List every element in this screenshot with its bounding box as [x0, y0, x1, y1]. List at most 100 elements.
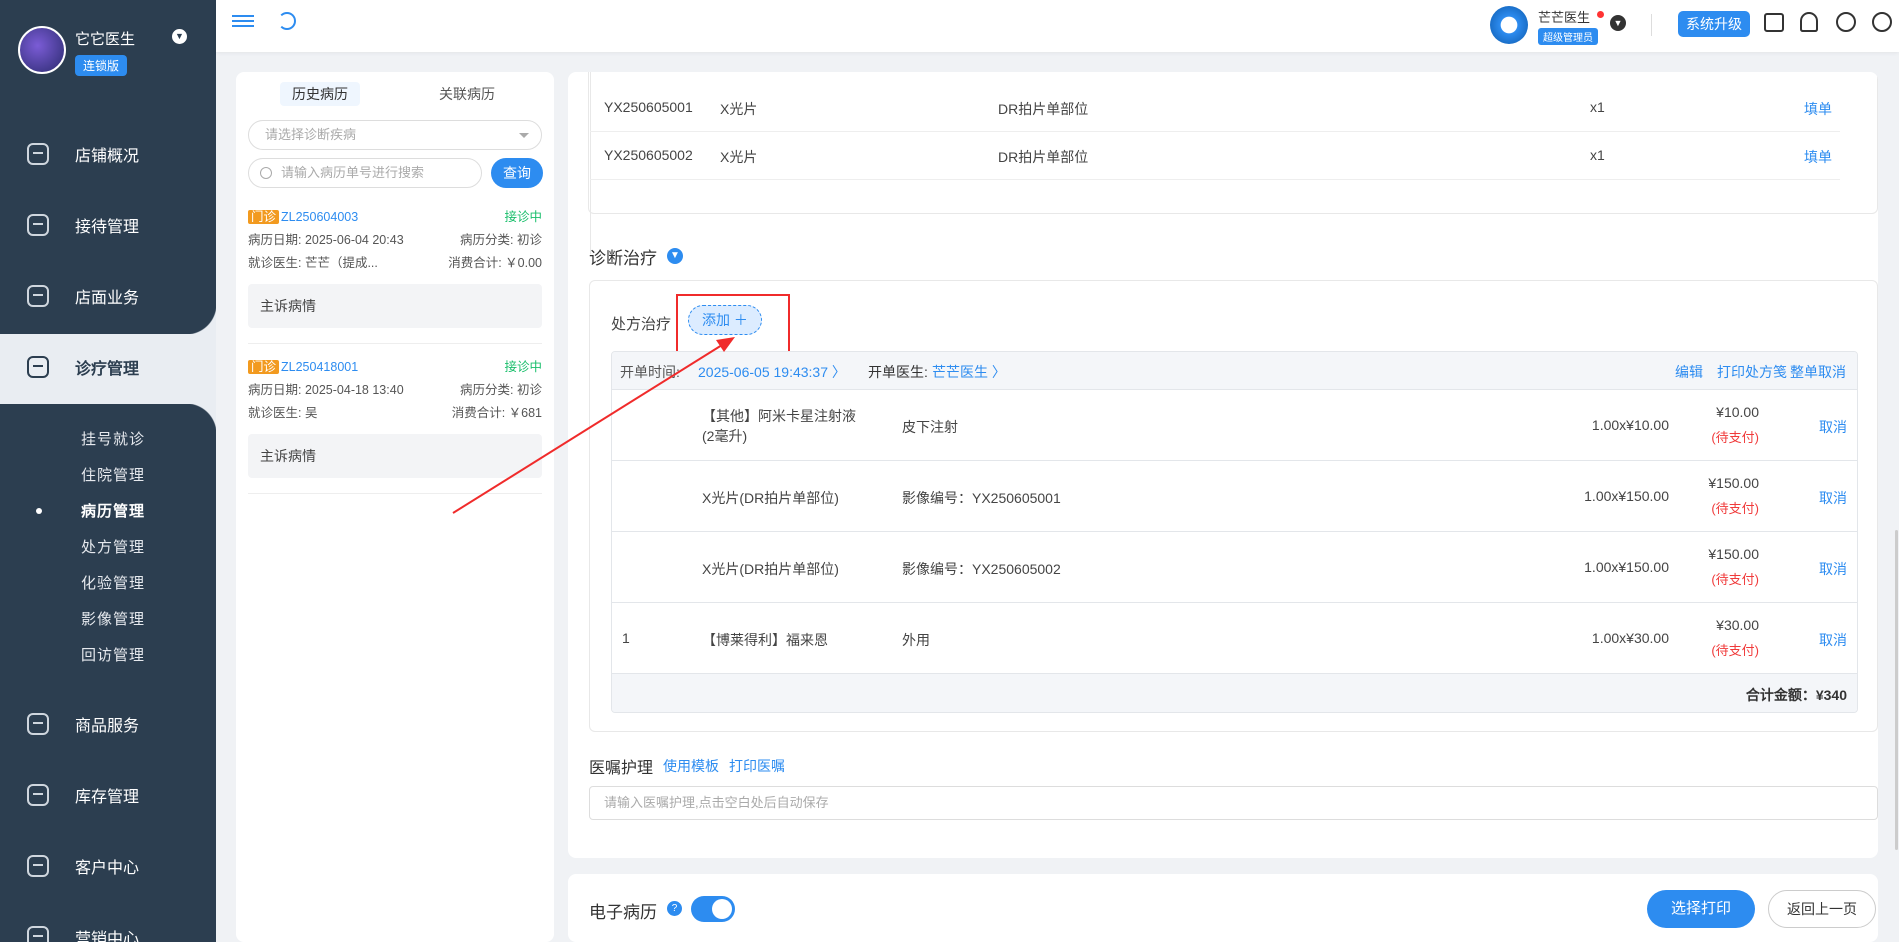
clinic-avatar[interactable] [18, 26, 66, 74]
scrollbar[interactable] [1895, 530, 1898, 850]
bag-icon [27, 713, 49, 735]
print-advice-link[interactable]: 打印医嘱 [729, 756, 785, 776]
cancel-item-link[interactable]: 取消 [1819, 559, 1847, 579]
print-prescription-link[interactable]: 打印处方笺 [1717, 362, 1787, 382]
complaint-box[interactable]: 主诉病情 [248, 284, 542, 328]
sub-item-registration[interactable]: 挂号就诊 [81, 428, 145, 449]
house-icon [27, 285, 49, 307]
nav-label: 商品服务 [75, 718, 140, 735]
advice-label: 医嘱护理 [589, 760, 654, 777]
fill-form-link[interactable]: 填单 [1804, 147, 1832, 167]
chevron-down-icon[interactable]: ▼ [172, 29, 187, 44]
sub-item-imaging[interactable]: 影像管理 [81, 608, 145, 629]
cancel-item-link[interactable]: 取消 [1819, 488, 1847, 508]
sub-item-inpatient[interactable]: 住院管理 [81, 464, 145, 485]
total-amount: 合计金额：¥340 [1745, 687, 1847, 703]
total-row: 合计金额：¥340 [612, 674, 1857, 712]
sub-item-prescriptions[interactable]: 处方管理 [81, 536, 145, 557]
payment-status: (待支付) [1711, 430, 1759, 445]
imaging-type: X光片 [720, 101, 758, 117]
line-amount: ¥10.00 [1716, 404, 1759, 420]
emr-toggle[interactable] [691, 896, 735, 922]
chevron-down-icon[interactable]: ▼ [667, 248, 683, 264]
record-date: 病历日期: 2025-04-18 13:40 [248, 383, 404, 397]
imaging-part: DR拍片单部位 [998, 149, 1089, 165]
nav-item-store-business[interactable]: 店面业务 [0, 266, 216, 326]
order-time-label: 开单时间: [620, 364, 680, 380]
chevron-down-icon[interactable]: ▼ [1610, 15, 1626, 31]
sub-item-lab[interactable]: 化验管理 [81, 572, 145, 593]
tab-related[interactable]: 关联病历 [439, 84, 495, 104]
record-date: 病历日期: 2025-06-04 20:43 [248, 233, 404, 247]
record-search-input[interactable]: 请输入病历单号进行搜索 [248, 158, 482, 188]
nav-item-customers[interactable]: 客户中心 [0, 836, 216, 896]
nav-item-reception[interactable]: 接待管理 [0, 195, 216, 255]
headset-icon[interactable] [1836, 12, 1856, 32]
fill-form-link[interactable]: 填单 [1804, 99, 1832, 119]
nav-item-products[interactable]: 商品服务 [0, 694, 216, 754]
use-template-link[interactable]: 使用模板 [663, 756, 719, 776]
sub-item-medical-records[interactable]: 病历管理 [81, 500, 145, 521]
prescription-card: 处方治疗 添加 ＋ 开单时间: 2025-06-05 19:43:37 〉 开单… [589, 280, 1878, 732]
table-row: YX250605002 X光片 DR拍片单部位 x1 填单 [590, 132, 1840, 180]
cancel-item-link[interactable]: 取消 [1819, 417, 1847, 437]
prescription-row: 【其他】阿米卡星注射液(2毫升) 皮下注射 1.00x¥10.00 ¥10.00… [612, 390, 1857, 461]
nav-label: 接待管理 [75, 219, 140, 236]
bottom-bar: 电子病历 ? 选择打印 返回上一页 [568, 874, 1878, 942]
user-avatar[interactable] [1490, 6, 1528, 44]
nav-label: 营销中心 [75, 931, 140, 942]
line-amount: ¥150.00 [1708, 546, 1759, 562]
nav-item-store-overview[interactable]: 店铺概况 [0, 124, 216, 184]
nav-item-marketing[interactable]: 营销中心 [0, 907, 216, 942]
help-icon[interactable]: ? [667, 901, 682, 916]
box-icon [27, 784, 49, 806]
imaging-code: YX250605001 [604, 99, 693, 115]
tab-history[interactable]: 历史病历 [280, 82, 360, 106]
prescription-row: 1 【博莱得利】福来恩 外用 1.00x¥30.00 ¥30.00 (待支付) … [612, 603, 1857, 674]
drug-usage: 外用 [902, 632, 930, 648]
complaint-box[interactable]: 主诉病情 [248, 434, 542, 478]
diagnosis-select[interactable]: 请选择诊断疾病 [248, 120, 542, 150]
order-doctor-label: 开单医生: [868, 364, 928, 380]
row-number: 1 [622, 630, 630, 646]
cancel-all-link[interactable]: 整单取消 [1790, 362, 1846, 382]
prescription-header: 开单时间: 2025-06-05 19:43:37 〉 开单医生: 芒芒医生 〉… [612, 352, 1857, 390]
bell-icon[interactable] [1800, 12, 1818, 32]
query-button[interactable]: 查询 [491, 158, 543, 188]
drug-name: X光片(DR拍片单部位) [702, 561, 839, 577]
select-print-button[interactable]: 选择打印 [1647, 890, 1755, 928]
nav-label: 库存管理 [75, 789, 140, 806]
order-time-link[interactable]: 2025-06-05 19:43:37 〉 [698, 362, 846, 382]
edition-badge: 连锁版 [75, 55, 128, 76]
divider [248, 343, 542, 344]
qty-price: 1.00x¥150.00 [1584, 488, 1669, 504]
sidebar-header: 它它医生 连锁版 ▼ [0, 0, 216, 100]
nav-label: 店面业务 [75, 290, 140, 307]
sub-item-followup[interactable]: 回访管理 [81, 644, 145, 665]
table-row: YX250605001 X光片 DR拍片单部位 x1 填单 [590, 84, 1840, 132]
order-doctor-link[interactable]: 芒芒医生 〉 [932, 362, 1006, 382]
upgrade-button[interactable]: 系统升级 [1678, 11, 1750, 37]
support-icon[interactable] [1872, 12, 1892, 32]
menu-icon[interactable] [232, 12, 254, 30]
record-id-link[interactable]: ZL250418001 [281, 360, 358, 374]
record-doctor: 就诊医生: 吴 [248, 406, 318, 420]
sidebar: 它它医生 连锁版 ▼ 店铺概况 接待管理 店面业务 诊疗管理 挂号就诊 住院管理… [0, 0, 216, 942]
back-button[interactable]: 返回上一页 [1768, 890, 1876, 928]
calendar-icon[interactable] [1764, 13, 1784, 32]
refresh-icon[interactable] [278, 12, 296, 30]
advice-textarea[interactable]: 请输入医嘱护理,点击空白处后自动保存 [589, 786, 1878, 820]
line-amount: ¥150.00 [1708, 475, 1759, 491]
record-id-link[interactable]: ZL250604003 [281, 210, 358, 224]
nav-item-inventory[interactable]: 库存管理 [0, 765, 216, 825]
emr-label: 电子病历 [589, 903, 657, 922]
line-amount: ¥30.00 [1716, 617, 1759, 633]
nav-label: 诊疗管理 [75, 361, 140, 378]
clipboard-icon [27, 214, 49, 236]
history-panel: 历史病历 关联病历 请选择诊断疾病 请输入病历单号进行搜索 查询 门诊 ZL250… [236, 72, 554, 942]
nav-item-clinical[interactable]: 诊疗管理 [0, 337, 216, 397]
payment-status: (待支付) [1711, 643, 1759, 658]
cancel-item-link[interactable]: 取消 [1819, 630, 1847, 650]
search-icon [260, 167, 272, 179]
edit-link[interactable]: 编辑 [1675, 362, 1703, 382]
